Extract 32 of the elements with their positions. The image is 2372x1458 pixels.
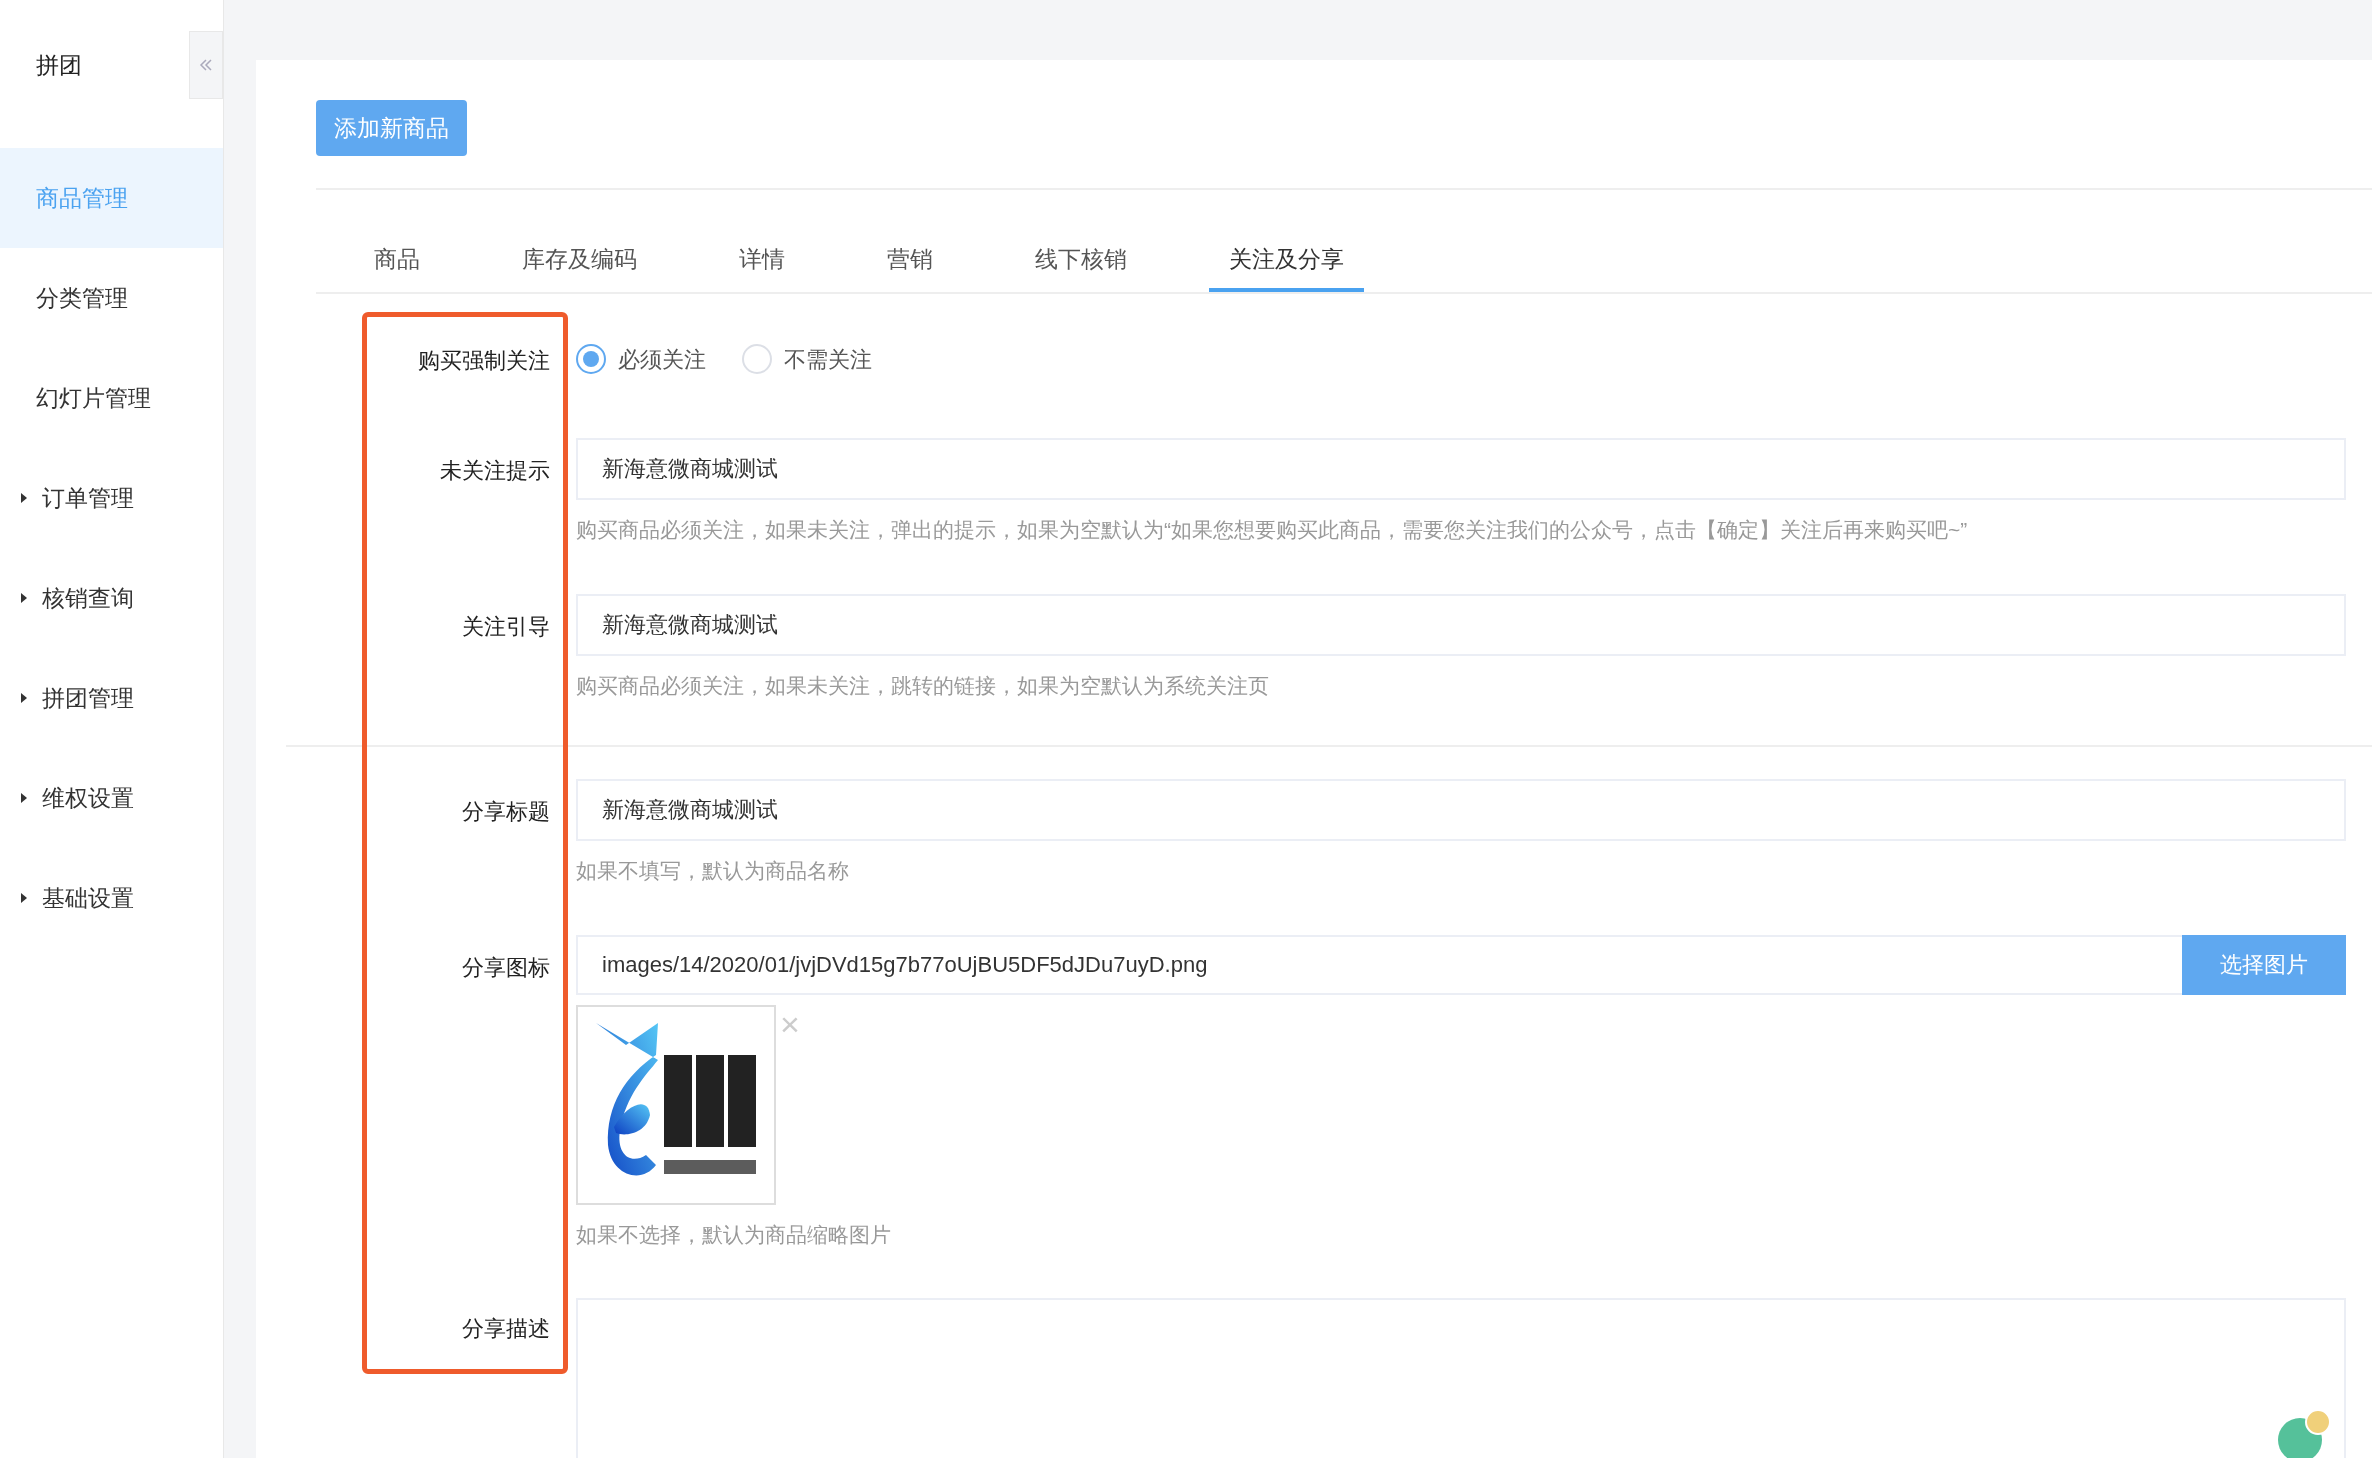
collapse-button[interactable] — [189, 31, 223, 99]
sidebar-item[interactable]: 订单管理 — [0, 448, 223, 548]
text-field[interactable]: 新海意微商城测试 — [576, 593, 2346, 656]
help-text: 购买商品必须关注，如果未关注，跳转的链接，如果为空默认为系统关注页 — [576, 672, 1270, 699]
help-text: 如果不填写，默认为商品名称 — [576, 858, 850, 884]
help-text: 如果不选择，默认为商品缩略图片 — [576, 1221, 892, 1248]
tab[interactable]: 营销 — [867, 230, 953, 292]
field-label: 关注引导 — [462, 613, 550, 639]
field-label: 分享标题 — [462, 799, 550, 824]
sidebar-item[interactable]: 维权设置 — [0, 748, 223, 848]
sidebar-item[interactable]: 拼团管理 — [0, 648, 223, 748]
double-chevron-left-icon — [199, 58, 213, 72]
sidebar-title: 拼团 — [36, 50, 82, 80]
radio-option[interactable]: 必须关注 — [576, 342, 706, 376]
help-text: 购买商品必须关注，如果未关注，弹出的提示，如果为空默认为“如果您想要购买此商品，需要您关注我们的公众号，点击【确定】关注后再来购买吧~” — [576, 517, 1969, 543]
image-path-field[interactable]: images/14/2020/01/jvjDVd15g7b77oUjBU5DF5dJDu7uyD.png — [576, 934, 2182, 995]
tab[interactable]: 商品 — [354, 230, 440, 292]
sidebar-item[interactable]: 基础设置 — [0, 848, 223, 948]
sidebar-item[interactable]: 分类管理 — [0, 248, 223, 348]
field-label: 分享描述 — [462, 1316, 550, 1341]
tab[interactable]: 库存及编码 — [502, 230, 657, 292]
sidebar-item[interactable]: 幻灯片管理 — [0, 348, 223, 448]
tab[interactable]: 关注及分享 — [1209, 230, 1364, 292]
text-field[interactable]: 新海意微商城测试 — [576, 779, 2346, 841]
radio-option[interactable]: 不需关注 — [742, 342, 872, 376]
field-label: 分享图标 — [462, 954, 550, 980]
tab[interactable]: 详情 — [719, 230, 805, 292]
tab[interactable]: 线下核销 — [1015, 230, 1147, 292]
field-label: 未关注提示 — [440, 458, 550, 483]
field-label: 购买强制关注 — [418, 348, 550, 373]
text-field[interactable]: 新海意微商城测试 — [576, 438, 2346, 500]
sidebar-item[interactable]: 核销查询 — [0, 548, 223, 648]
